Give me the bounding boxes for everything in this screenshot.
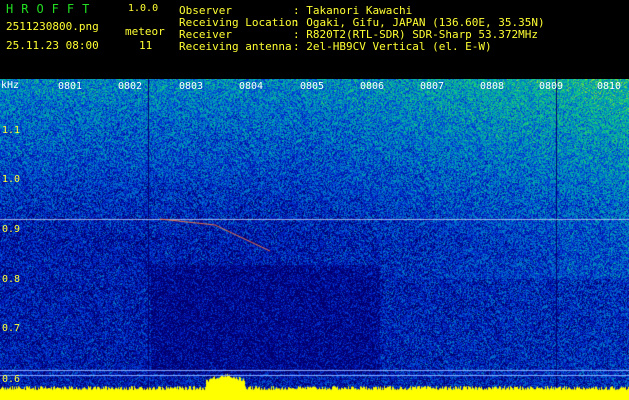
y-tick-label: 0.7: [2, 323, 21, 334]
antenna-value: : 2el-HB9CV Vertical (el. E-W): [293, 40, 492, 53]
app-brand: HROFFT: [6, 2, 98, 16]
antenna-label: Receiving antenna: [179, 40, 292, 53]
x-tick-label: 0809: [539, 81, 564, 92]
datetime: 25.11.23 08:00: [6, 39, 99, 52]
x-tick-label: 0805: [300, 81, 325, 92]
y-tick-label: 1.0: [2, 174, 21, 185]
spectrogram-canvas[interactable]: [0, 79, 629, 400]
x-tick-label: 0806: [360, 81, 385, 92]
meteor-label: meteor: [125, 25, 165, 38]
spectrogram-plot[interactable]: kHz 1.1 1.0 0.9 0.8 0.7 0.6 0801 0802 08…: [0, 79, 629, 400]
y-tick-label: 0.8: [2, 274, 21, 285]
x-tick-label: 0801: [58, 81, 83, 92]
x-tick-label: 0808: [480, 81, 505, 92]
app-version: 1.0.0: [128, 3, 159, 14]
filename: 2511230800.png: [6, 20, 99, 33]
y-tick-label: 0.6: [2, 374, 21, 385]
x-tick-label: 0804: [239, 81, 264, 92]
x-tick-label: 0810: [597, 81, 622, 92]
header-panel: HROFFT 1.0.0 2511230800.png meteor 25.11…: [0, 0, 629, 78]
x-tick-label: 0802: [118, 81, 143, 92]
meteor-count: 11: [139, 39, 153, 52]
y-axis-unit: kHz: [1, 80, 20, 91]
y-tick-label: 1.1: [2, 125, 21, 136]
x-tick-label: 0803: [179, 81, 204, 92]
y-tick-label: 0.9: [2, 224, 21, 235]
x-tick-label: 0807: [420, 81, 445, 92]
